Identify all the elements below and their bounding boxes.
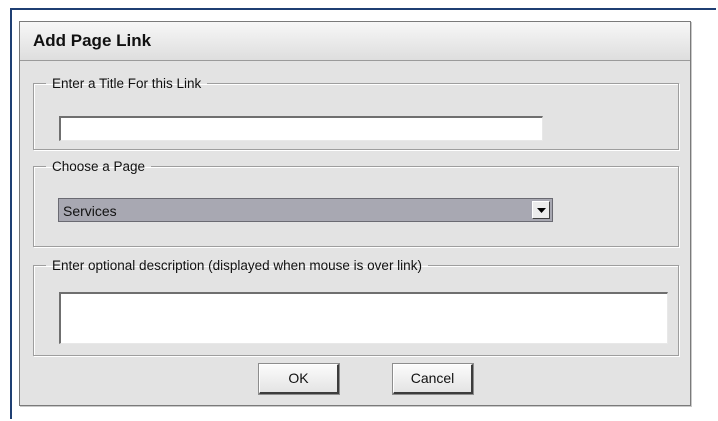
cancel-button[interactable]: Cancel [392,363,474,395]
dialog-title-bar: Add Page Link [20,22,690,61]
choose-page-legend: Choose a Page [52,159,146,174]
add-page-link-dialog: Add Page Link Enter a Title For this Lin… [19,21,691,406]
link-title-legend: Enter a Title For this Link [52,76,202,91]
ok-button[interactable]: OK [258,363,340,395]
dialog-title: Add Page Link [33,31,152,50]
page-select-value: Services [63,203,117,219]
page-select[interactable]: Services [58,198,553,222]
dropdown-arrow-icon[interactable] [532,201,550,219]
description-input[interactable] [59,292,668,344]
description-legend: Enter optional description (displayed wh… [52,258,422,273]
link-title-input[interactable] [59,116,543,141]
